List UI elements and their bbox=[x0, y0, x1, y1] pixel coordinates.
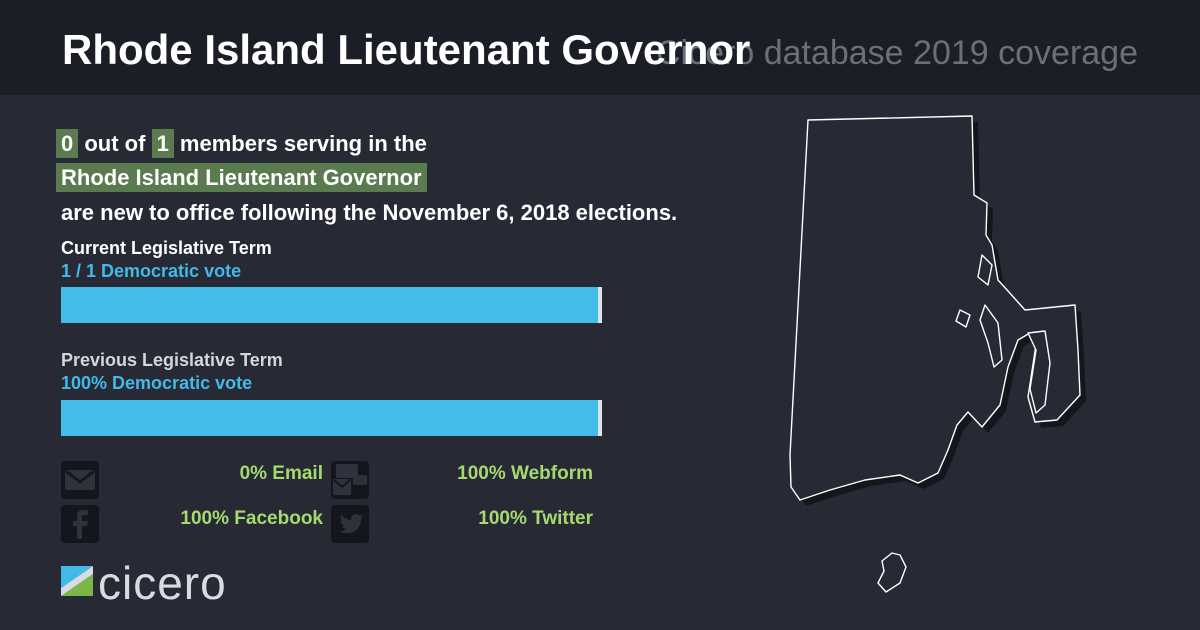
twitter-icon bbox=[331, 505, 369, 543]
new-member-count: 0 bbox=[56, 129, 79, 158]
summary-line-2: Rhode Island Lieutenant Governor bbox=[56, 163, 427, 192]
page-title: Rhode Island Lieutenant Governor bbox=[62, 26, 751, 73]
current-term-bar bbox=[61, 287, 602, 323]
cicero-logo-mark bbox=[61, 566, 93, 596]
summary-line-1: 0 out of 1 members serving in the bbox=[56, 129, 427, 158]
current-term-label: Current Legislative Term bbox=[61, 238, 272, 258]
rhode-island-map bbox=[789, 115, 1086, 593]
summary-line-1-rest: members serving in the bbox=[173, 131, 427, 156]
previous-term-label: Previous Legislative Term bbox=[61, 350, 283, 370]
facebook-stat: 100% Facebook bbox=[180, 508, 323, 529]
twitter-stat: 100% Twitter bbox=[478, 508, 593, 529]
email-stat: 0% Email bbox=[239, 463, 323, 484]
facebook-icon bbox=[61, 505, 99, 543]
map-outline bbox=[789, 115, 1081, 593]
email-icon bbox=[61, 461, 99, 499]
out-of-text: out of bbox=[78, 131, 152, 156]
current-term-value: 1 / 1 Democratic vote bbox=[61, 261, 242, 281]
body-name-highlight: Rhode Island Lieutenant Governor bbox=[56, 163, 427, 192]
total-member-count: 1 bbox=[151, 129, 174, 158]
webform-stat: 100% Webform bbox=[457, 463, 593, 484]
webform-icon bbox=[331, 461, 369, 499]
cicero-logo-text: cicero bbox=[98, 557, 227, 609]
previous-term-value: 100% Democratic vote bbox=[61, 373, 253, 393]
summary-line-3: are new to office following the November… bbox=[61, 200, 678, 225]
previous-term-bar bbox=[61, 400, 602, 436]
